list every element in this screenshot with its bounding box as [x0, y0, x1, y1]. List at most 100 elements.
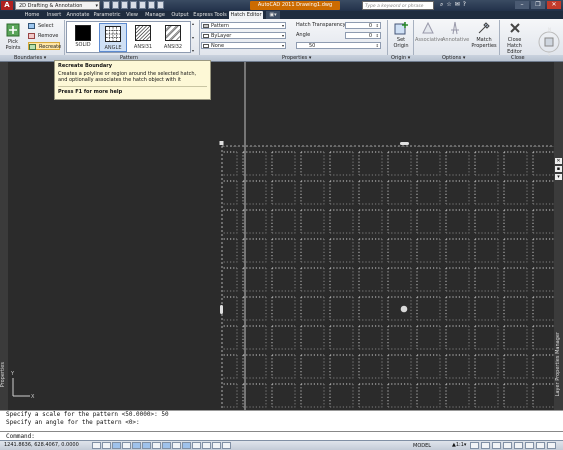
- minimize-icon[interactable]: –: [515, 1, 529, 9]
- transparency-icon[interactable]: [202, 442, 211, 449]
- object-snap-tracking-icon[interactable]: [162, 442, 171, 449]
- palette-properties-icon[interactable]: ▾: [555, 174, 562, 180]
- match-properties-button[interactable]: Match Properties: [469, 21, 499, 49]
- search-input[interactable]: Type a keyword or phrase: [362, 1, 434, 10]
- pattern-solid[interactable]: SOLID: [69, 23, 97, 52]
- dynamic-ucs-icon[interactable]: [172, 442, 181, 449]
- hatch-pattern-area[interactable]: [222, 146, 554, 410]
- annotation-visibility-icon[interactable]: [470, 442, 479, 449]
- hatch-grip[interactable]: [220, 305, 223, 314]
- expand-icon[interactable]: ▾: [192, 48, 198, 53]
- object-snap-icon[interactable]: [142, 442, 151, 449]
- tab-insert[interactable]: Insert: [44, 11, 64, 19]
- tab-annotate[interactable]: Annotate: [66, 11, 90, 19]
- hatch-color-dropdown[interactable]: ByLayer ▾: [201, 32, 286, 39]
- properties-panel-label[interactable]: Properties ▾: [282, 55, 311, 62]
- transparency-spinner[interactable]: 0 ⇕: [345, 22, 381, 29]
- tab-manage[interactable]: Manage: [143, 11, 167, 19]
- pattern-ansi32[interactable]: ANSI32: [159, 23, 187, 52]
- tooltip-body: Creates a polyline or region around the …: [58, 71, 197, 83]
- scale-spinner[interactable]: 50 ⇕: [296, 42, 381, 49]
- hatch-grip[interactable]: [400, 142, 409, 145]
- clean-screen-icon[interactable]: [547, 442, 556, 449]
- tab-hatch-editor[interactable]: Hatch Editor: [229, 11, 263, 19]
- close-hatch-editor-button[interactable]: Close Hatch Editor: [501, 21, 528, 55]
- angle-spinner[interactable]: 0 ⇕: [345, 32, 381, 39]
- plot-icon[interactable]: [157, 1, 164, 9]
- layer-palette-strip[interactable]: ✕ ▪ ▾ Layer Properties Manager: [554, 62, 563, 410]
- properties-palette-strip[interactable]: Properties: [0, 62, 8, 410]
- dynamic-input-icon[interactable]: [182, 442, 191, 449]
- set-origin-button[interactable]: Set Origin: [390, 21, 412, 49]
- hatch-center-grip[interactable]: [400, 305, 408, 313]
- auto-scale-icon[interactable]: [481, 442, 490, 449]
- pattern-ansi31[interactable]: ANSI31: [129, 23, 157, 52]
- workspace-switch-icon[interactable]: [492, 442, 501, 449]
- quick-properties-icon[interactable]: [212, 442, 221, 449]
- application-menu-icon[interactable]: A: [1, 1, 13, 10]
- remove-button[interactable]: Remove: [28, 32, 58, 40]
- recreate-boundary-tooltip: Recreate Boundary Creates a polyline or …: [54, 60, 211, 100]
- hardware-acceleration-icon[interactable]: [514, 442, 523, 449]
- save-icon[interactable]: [121, 1, 128, 9]
- lineweight-icon[interactable]: [192, 442, 201, 449]
- restore-icon[interactable]: ❐: [531, 1, 545, 9]
- drawing-canvas[interactable]: Y X: [8, 62, 554, 410]
- select-button[interactable]: Select: [28, 22, 53, 30]
- chevron-down-icon: ▾: [281, 23, 284, 28]
- star-icon[interactable]: ☆: [446, 1, 451, 9]
- gallery-scroll[interactable]: ▴ ▾ ▾: [192, 21, 198, 53]
- tab-home[interactable]: Home: [22, 11, 42, 19]
- chevron-up-icon[interactable]: ▴: [192, 21, 198, 26]
- save-as-icon[interactable]: [130, 1, 137, 9]
- undo-icon[interactable]: [139, 1, 146, 9]
- 3d-object-snap-icon[interactable]: [152, 442, 161, 449]
- pick-points-button[interactable]: Pick Points: [2, 23, 24, 51]
- selection-cycling-icon[interactable]: [222, 442, 231, 449]
- viewcube[interactable]: N S: [535, 26, 563, 62]
- chevron-down-icon[interactable]: ▾: [192, 35, 198, 40]
- hatch-grip[interactable]: [219, 141, 224, 145]
- coordinate-readout[interactable]: 1241.8636, 628.4067, 0.0000: [4, 441, 79, 450]
- workspace-dropdown[interactable]: 2D Drafting & Annotation ▾: [15, 1, 100, 10]
- grid-display-icon[interactable]: [112, 442, 121, 449]
- annotative-button[interactable]: Annotative: [442, 21, 469, 43]
- help-icon[interactable]: ?: [463, 1, 466, 9]
- pattern-angle[interactable]: ANGLE: [99, 23, 127, 52]
- background-color-dropdown[interactable]: None ▾: [201, 42, 286, 49]
- snap-mode-icon[interactable]: [102, 442, 111, 449]
- palette-autohide-icon[interactable]: ▪: [555, 166, 562, 172]
- close-palette-icon[interactable]: ✕: [555, 158, 562, 164]
- redo-icon[interactable]: [148, 1, 155, 9]
- command-line-input[interactable]: Command:: [0, 431, 563, 440]
- close-panel-label: Close: [511, 55, 525, 61]
- model-space-button[interactable]: MODEL: [413, 442, 431, 450]
- ortho-mode-icon[interactable]: [122, 442, 131, 449]
- tab-parametric[interactable]: Parametric: [93, 11, 121, 19]
- tab-output[interactable]: Output: [170, 11, 190, 19]
- origin-panel-label[interactable]: Origin ▾: [391, 55, 410, 62]
- close-icon[interactable]: ✕: [547, 1, 561, 9]
- associative-button[interactable]: Associative: [415, 21, 443, 43]
- boundaries-panel-label[interactable]: Boundaries ▾: [14, 55, 46, 62]
- communication-icon[interactable]: ✉: [455, 1, 460, 9]
- transparency-label: Hatch Transparency: [296, 22, 346, 28]
- recreate-button[interactable]: Recreate: [28, 42, 61, 50]
- annotation-scale[interactable]: ▲1:1▾: [452, 441, 466, 450]
- binoculars-icon[interactable]: ⌕: [440, 1, 443, 9]
- new-file-icon[interactable]: [103, 1, 110, 9]
- ucs-icon: Y X: [10, 371, 35, 400]
- lock-icon[interactable]: [503, 442, 512, 449]
- isolate-objects-icon[interactable]: [525, 442, 534, 449]
- hatch-type-dropdown[interactable]: Pattern ▾: [201, 22, 286, 29]
- angle-label: Angle: [296, 32, 311, 38]
- open-file-icon[interactable]: [112, 1, 119, 9]
- infer-constraints-icon[interactable]: [92, 442, 101, 449]
- polar-tracking-icon[interactable]: [132, 442, 141, 449]
- ribbon-minimize-icon[interactable]: ▣▾: [266, 11, 280, 19]
- tooltip-title: Recreate Boundary: [58, 63, 113, 69]
- tab-view[interactable]: View: [124, 11, 140, 19]
- options-panel-label[interactable]: Options ▾: [442, 55, 465, 62]
- status-menu-icon[interactable]: [536, 442, 545, 449]
- tab-express-tools[interactable]: Express Tools: [193, 11, 227, 19]
